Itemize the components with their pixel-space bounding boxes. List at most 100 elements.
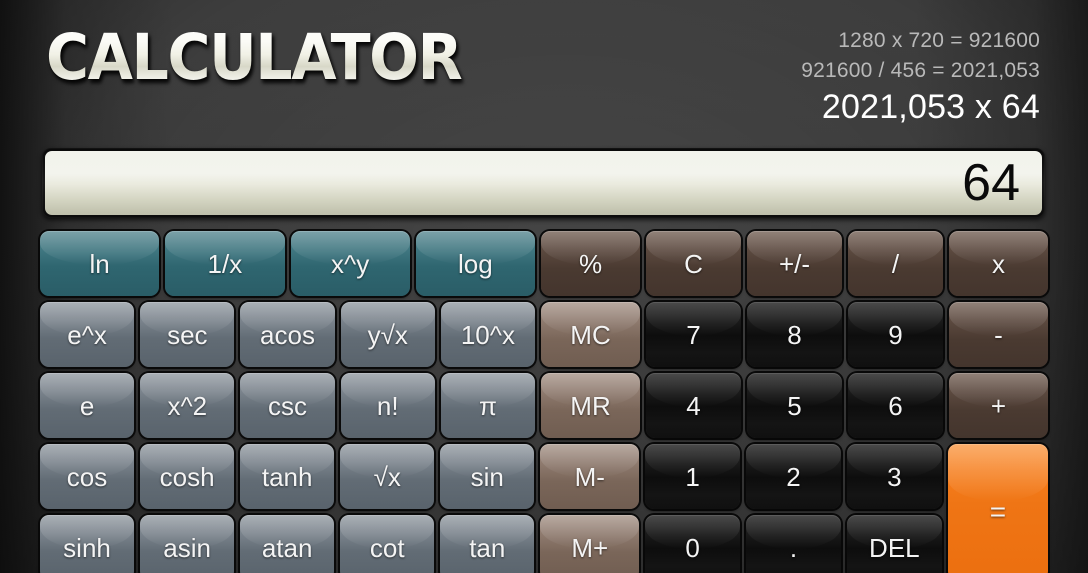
row4-number-block: 1 2 3	[645, 444, 942, 509]
row4-science-block: cos cosh tanh √x sin	[40, 444, 535, 509]
row5-number-block: 0 . DEL	[645, 515, 942, 573]
key-exp[interactable]: e^x	[40, 302, 135, 367]
key-tanh[interactable]: tanh	[240, 444, 335, 509]
key-cos[interactable]: cos	[40, 444, 135, 509]
key-label: cot	[369, 532, 405, 563]
key-3[interactable]: 3	[846, 444, 942, 509]
keypad-row-2: e^x sec acos y√x 10^x MC 7 8 9 -	[40, 302, 1048, 367]
key-memory-recall[interactable]: MR	[541, 373, 640, 438]
row3-operator-col: +	[949, 373, 1048, 438]
keypad: ln 1/x x^y log % C +/- / x e^x sec acos …	[40, 231, 1048, 573]
row3-number-block: 4 5 6	[646, 373, 943, 438]
calculator-app: CALCULATOR 1280 x 720 = 921600 921600 / …	[0, 0, 1088, 573]
key-6[interactable]: 6	[848, 373, 943, 438]
key-tan[interactable]: tan	[440, 515, 535, 573]
key-label: e	[79, 390, 95, 421]
key-label: 9	[888, 319, 903, 350]
key-factorial[interactable]: n!	[340, 373, 435, 438]
row2-number-block: 7 8 9	[646, 302, 943, 367]
key-memory-subtract[interactable]: M-	[540, 444, 640, 509]
key-label: x^y	[331, 248, 370, 279]
key-label: /	[891, 248, 900, 279]
key-label: 3	[887, 461, 902, 492]
key-0[interactable]: 0	[645, 515, 741, 573]
key-csc[interactable]: csc	[240, 373, 335, 438]
key-label: MR	[570, 390, 611, 421]
row1-percent-col: %	[541, 231, 640, 296]
key-7[interactable]: 7	[646, 302, 741, 367]
key-8[interactable]: 8	[747, 302, 842, 367]
row3-memory-col: MR	[541, 373, 640, 438]
header: CALCULATOR 1280 x 720 = 921600 921600 / …	[0, 0, 1088, 140]
key-label: e^x	[67, 319, 107, 350]
key-euler[interactable]: e	[40, 373, 135, 438]
key-label: 10^x	[460, 319, 515, 350]
key-label: 2	[786, 461, 801, 492]
key-percent[interactable]: %	[541, 231, 640, 296]
key-square[interactable]: x^2	[140, 373, 235, 438]
key-cosh[interactable]: cosh	[140, 444, 235, 509]
key-plus[interactable]: +	[949, 373, 1048, 438]
key-memory-clear[interactable]: MC	[541, 302, 640, 367]
key-sin[interactable]: sin	[440, 444, 535, 509]
display-screen[interactable]: 64	[45, 151, 1042, 215]
key-label: 5	[787, 390, 802, 421]
key-label: n!	[376, 390, 399, 421]
key-log[interactable]: log	[415, 231, 535, 296]
key-reciprocal[interactable]: 1/x	[165, 231, 285, 296]
key-label: =	[989, 496, 1007, 527]
keypad-row-4: cos cosh tanh √x sin M- 1 2 3	[40, 444, 942, 509]
key-2[interactable]: 2	[746, 444, 841, 509]
key-sign-toggle[interactable]: +/-	[747, 231, 842, 296]
key-sinh[interactable]: sinh	[40, 515, 135, 573]
row2-operator-col: -	[949, 302, 1048, 367]
key-5[interactable]: 5	[747, 373, 842, 438]
key-sec[interactable]: sec	[140, 302, 235, 367]
key-nth-root[interactable]: y√x	[340, 302, 435, 367]
key-decimal-point[interactable]: .	[746, 515, 841, 573]
key-ln[interactable]: ln	[40, 231, 160, 296]
key-1[interactable]: 1	[645, 444, 741, 509]
key-atan[interactable]: atan	[240, 515, 335, 573]
key-4[interactable]: 4	[646, 373, 741, 438]
row4-memory-col: M-	[540, 444, 640, 509]
row1-science-block: ln 1/x x^y log	[40, 231, 535, 296]
key-label: C	[684, 248, 703, 279]
keypad-row-5: sinh asin atan cot tan M+ 0 . DEL	[40, 515, 942, 573]
keypad-tail-zone: cos cosh tanh √x sin M- 1 2 3 sinh asin …	[40, 444, 1048, 573]
row1-ops-block: C +/- /	[646, 231, 943, 296]
key-9[interactable]: 9	[848, 302, 943, 367]
history-line: 1280 x 720 = 921600	[838, 29, 1040, 52]
key-minus[interactable]: -	[949, 302, 1048, 367]
key-label: +/-	[778, 248, 811, 279]
key-label: ln	[89, 248, 110, 279]
key-equals[interactable]: =	[947, 444, 1048, 573]
key-memory-add[interactable]: M+	[540, 515, 640, 573]
display-value: 64	[962, 154, 1020, 212]
key-label: %	[578, 248, 603, 279]
key-power[interactable]: x^y	[290, 231, 410, 296]
key-label: M-	[574, 461, 605, 492]
row1-multiply-col: x	[949, 231, 1048, 296]
key-label: 0	[685, 532, 700, 563]
page-title: CALCULATOR	[46, 21, 463, 94]
key-cot[interactable]: cot	[340, 515, 435, 573]
key-acos[interactable]: acos	[240, 302, 335, 367]
key-pi[interactable]: π	[440, 373, 536, 438]
key-square-root[interactable]: √x	[340, 444, 435, 509]
key-ten-power[interactable]: 10^x	[440, 302, 536, 367]
key-label: -	[994, 319, 1003, 350]
key-divide[interactable]: /	[848, 231, 943, 296]
key-label: x	[992, 248, 1005, 279]
key-clear[interactable]: C	[646, 231, 741, 296]
key-label: 6	[888, 390, 903, 421]
key-multiply[interactable]: x	[949, 231, 1048, 296]
key-label: cos	[66, 461, 108, 492]
key-label: π	[478, 390, 497, 421]
key-label: 1	[685, 461, 700, 492]
key-label: sin	[470, 461, 504, 492]
keypad-row-3: e x^2 csc n! π MR 4 5 6 +	[40, 373, 1048, 438]
key-delete[interactable]: DEL	[846, 515, 942, 573]
key-label: sinh	[63, 532, 111, 563]
key-asin[interactable]: asin	[140, 515, 235, 573]
